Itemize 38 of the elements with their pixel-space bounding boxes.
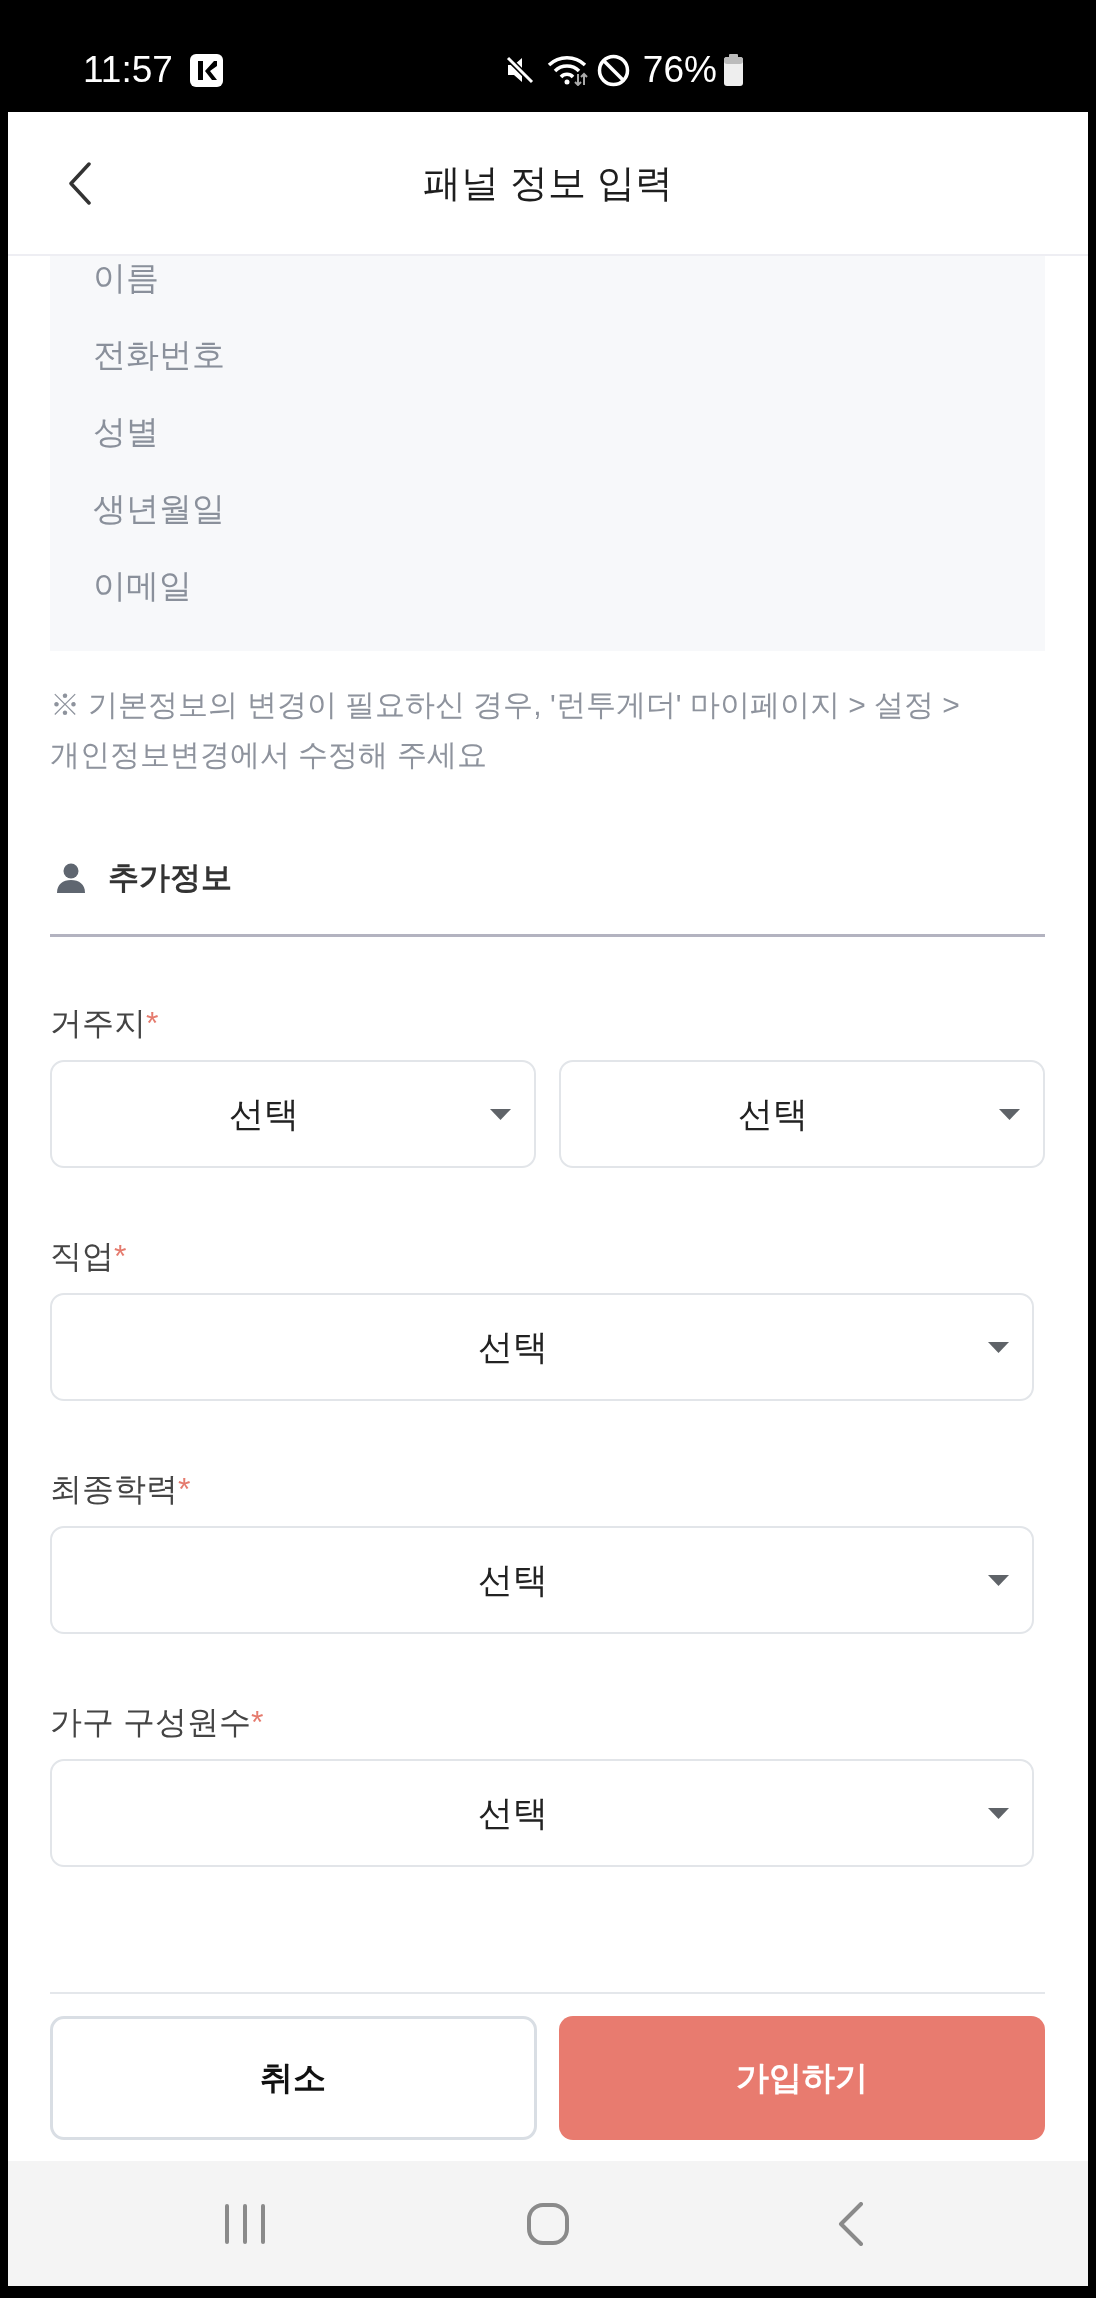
caret-icon <box>988 1574 1009 1586</box>
field-label: 최종학력 <box>50 1470 178 1509</box>
notice-text: ※ 기본정보의 변경이 필요하신 경우, '런투게더' 마이페이지 > 설정 > 개인정보변경에서 수정해 주세요 <box>50 687 961 773</box>
dropdown-select[interactable]: 선택 <box>50 1293 1034 1401</box>
required-mark: * <box>114 1237 127 1276</box>
required-mark: * <box>146 1004 159 1043</box>
app-notification-icon <box>189 53 223 87</box>
field-label: 가구 구성원수 <box>50 1703 251 1742</box>
cancel-button[interactable]: 취소 <box>50 2016 537 2140</box>
page-title: 패널 정보 입력 <box>423 160 673 206</box>
caret-icon <box>988 1807 1009 1819</box>
wifi-icon <box>546 54 589 86</box>
section-title: 추가정보 <box>108 859 232 897</box>
battery-percentage: 76% <box>642 50 717 90</box>
required-mark: * <box>250 1703 264 1742</box>
info-field-label: 이메일 <box>93 566 192 606</box>
info-field-label: 성별 <box>93 412 159 452</box>
dropdown-select[interactable]: 선택 <box>50 1759 1034 1867</box>
mute-icon <box>504 54 535 86</box>
required-mark: * <box>178 1470 191 1509</box>
field-label: 직업 <box>50 1237 114 1276</box>
dropdown-select[interactable]: 선택 <box>50 1060 536 1168</box>
dropdown-select[interactable]: 선택 <box>559 1060 1045 1168</box>
info-field-label: 생년월일 <box>93 489 225 529</box>
battery-icon <box>721 54 745 86</box>
person-icon <box>55 862 87 894</box>
field-label: 거주지 <box>50 1004 146 1043</box>
info-field-label: 전화번호 <box>93 335 225 375</box>
home-icon[interactable] <box>527 2202 569 2245</box>
caret-icon <box>988 1341 1009 1353</box>
recent-apps-icon[interactable] <box>223 2203 267 2244</box>
do-not-disturb-icon <box>596 53 630 87</box>
caret-icon <box>999 1108 1020 1120</box>
back-icon[interactable] <box>68 161 92 205</box>
dropdown-select[interactable]: 선택 <box>50 1526 1034 1634</box>
caret-icon <box>490 1108 511 1120</box>
status-time: 11:57 <box>83 50 173 90</box>
info-field-label: 이름 <box>93 258 159 298</box>
